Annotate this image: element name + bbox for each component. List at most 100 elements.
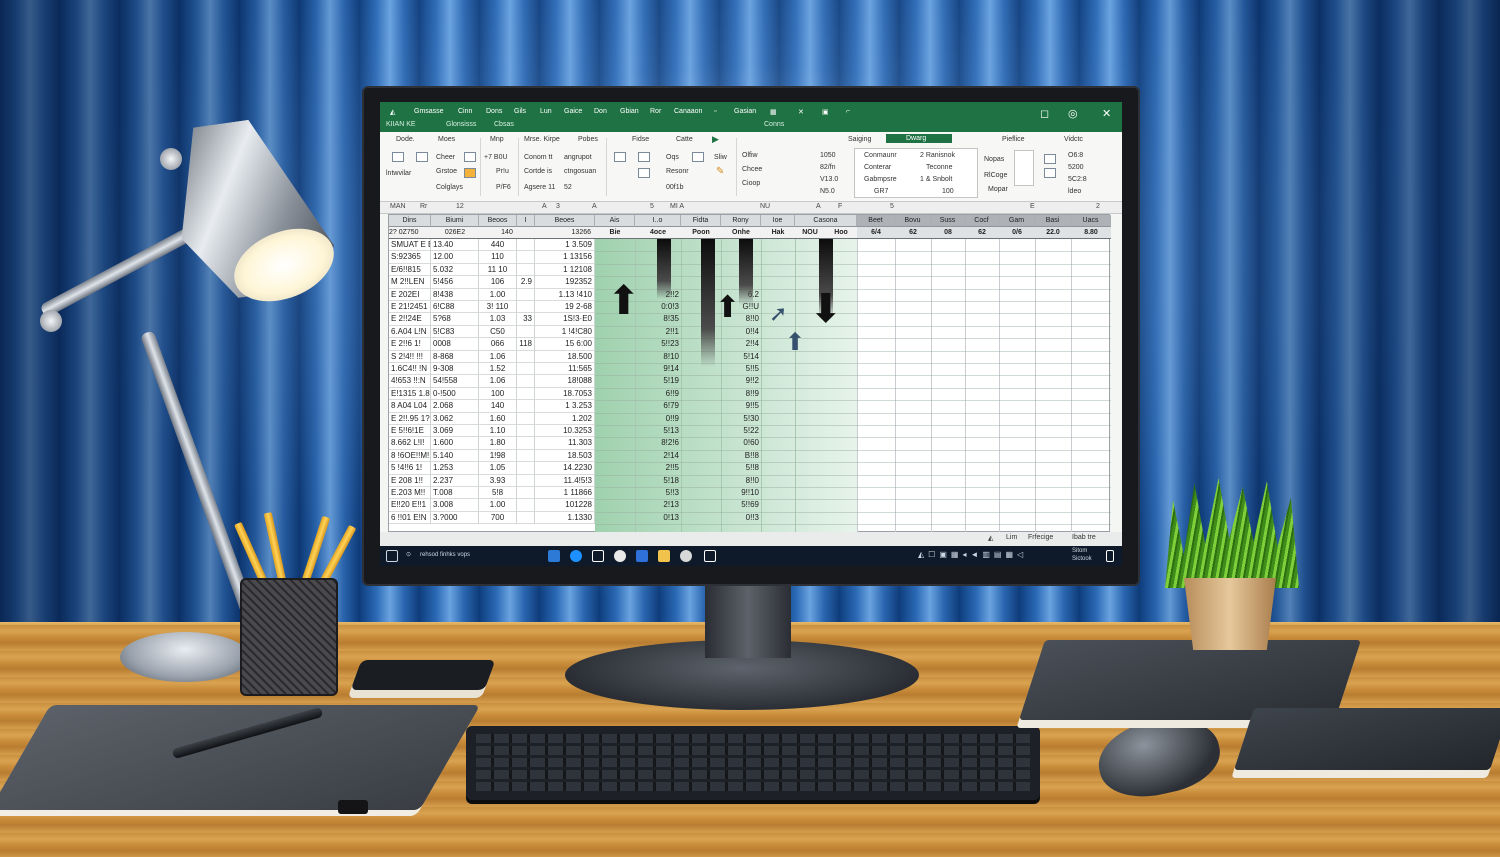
ribbon-label[interactable]: ldeo [1068, 188, 1081, 195]
column-header[interactable]: I..o [635, 215, 681, 227]
table-cell[interactable] [517, 425, 535, 438]
table-cell[interactable]: 11.303 [535, 437, 595, 450]
table-cell[interactable] [517, 363, 535, 376]
table-cell[interactable]: 118 [517, 338, 535, 351]
table-cell[interactable]: 1.600 [431, 437, 479, 450]
table-cell[interactable]: 3.008 [431, 499, 479, 512]
top-row-cell[interactable]: 140 [479, 227, 535, 239]
table-cell[interactable]: 5!30 [721, 413, 761, 425]
table-cell[interactable]: 3! 110 [479, 301, 517, 314]
table-cell[interactable]: E.203 M!! [389, 487, 431, 500]
table-cell[interactable]: E 208 1!! [389, 474, 431, 487]
ribbon-tab[interactable]: Dode. [396, 136, 415, 143]
table-cell[interactable]: 1.06 [479, 375, 517, 388]
ribbon-label[interactable]: 5200 [1068, 164, 1084, 171]
table-cell[interactable]: E 21!2451 [389, 301, 431, 314]
table-cell[interactable]: 11 10 [479, 263, 517, 277]
table-cell[interactable]: 8!10 [635, 351, 681, 363]
table-cell[interactable] [517, 474, 535, 487]
table-cell[interactable]: 5!!69 [721, 499, 761, 511]
close-icon[interactable]: ✕ [1102, 107, 1111, 120]
copy-icon[interactable] [416, 152, 428, 162]
menu-item[interactable]: Dons [486, 108, 502, 115]
ribbon-label[interactable]: 00f1b [666, 184, 684, 191]
grid-icon[interactable]: ▦ [770, 108, 777, 116]
sort-button[interactable] [1014, 150, 1034, 186]
table-cell[interactable]: 066 [479, 338, 517, 351]
account-icon[interactable]: ◻ [1040, 107, 1049, 120]
sub-header-cell[interactable]: Hak [761, 227, 795, 239]
table-cell[interactable]: E 2!!6 1! [389, 338, 431, 351]
files-icon[interactable] [658, 550, 670, 562]
table-cell[interactable] [517, 350, 535, 363]
ribbon-label[interactable]: RlCoge [984, 172, 1007, 179]
table-cell[interactable]: 8!!9 [721, 388, 761, 400]
start-icon[interactable] [386, 550, 398, 562]
table-cell[interactable]: 6!79 [635, 400, 681, 412]
ribbon-label[interactable]: 2 Ranisnok [920, 152, 955, 159]
column-header[interactable]: Ais [595, 215, 635, 227]
table-cell[interactable]: 8!438 [431, 288, 479, 301]
table-cell[interactable]: 3.93 [479, 474, 517, 487]
table-cell[interactable]: 2.068 [431, 400, 479, 413]
app-icon[interactable] [704, 550, 716, 562]
sub-header-cell[interactable]: Hoo [825, 227, 857, 239]
table-cell[interactable]: 5!18 [635, 475, 681, 487]
ribbon-label[interactable]: Conom tt [524, 154, 552, 161]
table-cell[interactable]: 8.662 L!I! [389, 437, 431, 450]
table-cell[interactable]: 2.237 [431, 474, 479, 487]
table-cell[interactable]: 8 !6OE!!M! [389, 449, 431, 463]
table-cell[interactable]: 1 !4!C80 [535, 325, 595, 339]
table-cell[interactable] [517, 412, 535, 425]
table-cell[interactable]: 8!!0 [721, 475, 761, 487]
column-header[interactable]: Uacs [1071, 215, 1111, 227]
table-cell[interactable] [517, 462, 535, 475]
table-cell[interactable]: S:92365 [389, 251, 431, 264]
ribbon-label[interactable]: 52 [564, 184, 572, 191]
table-cell[interactable]: 2!!1 [635, 326, 681, 338]
sub-header-cell[interactable]: 62 [895, 227, 931, 239]
column-header[interactable]: Fidta [681, 215, 721, 227]
sub-header-cell[interactable]: 6/4 [857, 227, 895, 239]
ribbon-tab[interactable]: Pobes [578, 136, 598, 143]
table-cell[interactable]: E 202EI [389, 288, 431, 301]
save-icon[interactable]: ▫ [714, 108, 716, 115]
table-cell[interactable]: 1.52 [479, 363, 517, 376]
column-header[interactable]: Bovu [895, 215, 931, 227]
ribbon-label[interactable]: Olfiw [742, 152, 758, 159]
table-cell[interactable]: 1.80 [479, 437, 517, 450]
table-cell[interactable]: 11.4!5!3 [535, 474, 595, 487]
table-cell[interactable] [517, 301, 535, 314]
table-cell[interactable]: 9-308 [431, 363, 479, 376]
menu-item[interactable]: Canaaon [674, 108, 702, 115]
table-cell[interactable]: 14.2230 [535, 462, 595, 475]
table-cell[interactable]: E 5!!6!1E [389, 425, 431, 438]
table-cell[interactable]: 18.503 [535, 449, 595, 463]
ribbon-label[interactable]: Conterar [864, 164, 891, 171]
close-doc-icon[interactable]: ✕ [798, 108, 804, 116]
table-cell[interactable]: 5.032 [431, 263, 479, 277]
table-cell[interactable]: 19 2-68 [535, 301, 595, 314]
ribbon-label[interactable]: Conmaunr [864, 152, 897, 159]
sub-header-cell[interactable]: 8.80 [1071, 227, 1111, 239]
notification-icon[interactable] [1106, 550, 1114, 562]
table-cell[interactable]: E!1315 1.8 [389, 387, 431, 401]
table-cell[interactable] [517, 288, 535, 301]
table-cell[interactable]: 5.140 [431, 449, 479, 463]
table-cell[interactable]: 5!C83 [431, 325, 479, 339]
pencil-icon[interactable]: ✎ [716, 166, 724, 177]
table-cell[interactable]: 10.3253 [535, 425, 595, 438]
table-cell[interactable]: C50 [479, 325, 517, 339]
column-header[interactable]: Biumi [431, 215, 479, 227]
paste-icon[interactable] [392, 152, 404, 162]
sub-header-cell[interactable]: 0/6 [999, 227, 1035, 239]
table-cell[interactable]: 700 [479, 511, 517, 525]
menu-item[interactable]: Gmsasse [414, 108, 444, 115]
table-cell[interactable]: 6!!9 [635, 388, 681, 400]
edge-icon[interactable] [636, 550, 648, 562]
ribbon-label[interactable]: Oqs [666, 154, 679, 161]
grid-icon[interactable]: ▣ [822, 108, 829, 116]
table-cell[interactable]: 5!456 [431, 276, 479, 289]
table-cell[interactable]: 440 [479, 239, 517, 252]
column-header[interactable]: I [517, 215, 535, 227]
